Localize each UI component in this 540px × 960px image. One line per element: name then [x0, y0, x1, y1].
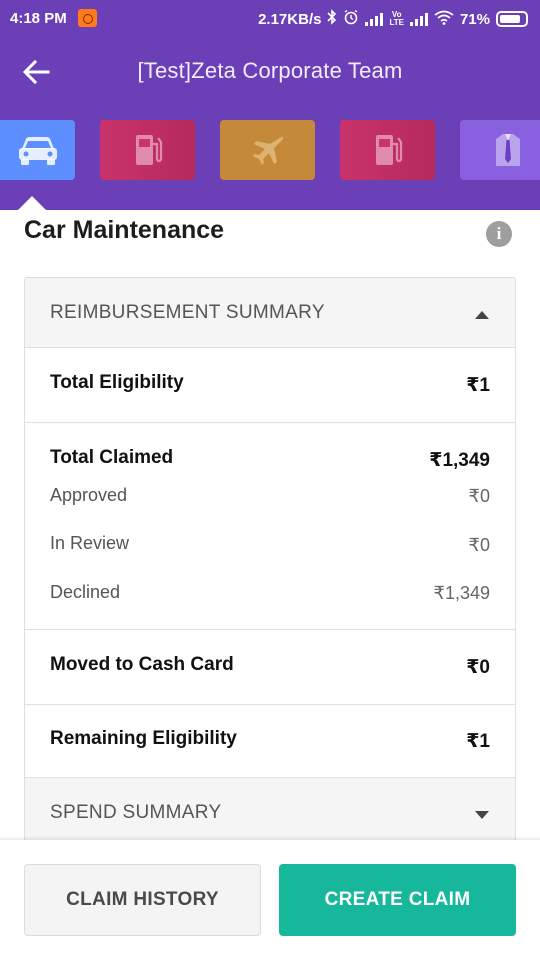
declined-label: Declined: [50, 582, 121, 602]
approved-label: Approved: [50, 485, 128, 505]
total-claimed-block: Total Claimed ₹1,349 Approved ₹0 In Revi…: [25, 423, 515, 630]
category-fuel[interactable]: [100, 120, 195, 180]
signal-icon: [365, 12, 384, 26]
status-bar: 4:18 PM 2.17KB/s Vo LTE 71%: [0, 0, 540, 36]
spend-summary-title: SPEND SUMMARY: [50, 802, 222, 823]
moved-to-cash-card-row: Moved to Cash Card ₹0: [25, 630, 515, 705]
shirt-tie-icon: [495, 134, 520, 166]
declined-value: ₹1,349: [433, 583, 491, 603]
approved-value: ₹0: [468, 486, 490, 506]
bottom-action-bar: CLAIM HISTORY CREATE CLAIM: [0, 840, 540, 960]
active-category-pointer: [18, 196, 46, 210]
category-car[interactable]: [0, 120, 75, 180]
airplane-icon: [252, 136, 283, 165]
toolbar-title: [Test]Zeta Corporate Team: [137, 58, 403, 83]
app-header: 4:18 PM 2.17KB/s Vo LTE 71% [Test]Zeta Co…: [0, 0, 540, 210]
network-speed: 2.17KB/s: [258, 10, 322, 28]
remaining-eligibility-label: Remaining Eligibility: [50, 728, 237, 749]
collapse-icon: [475, 311, 489, 319]
claim-history-button[interactable]: CLAIM HISTORY: [24, 864, 261, 936]
app-notification-icon: [78, 9, 97, 27]
alarm-icon: [343, 9, 359, 29]
category-fuel-2[interactable]: [340, 120, 435, 180]
category-travel[interactable]: [220, 120, 315, 180]
bluetooth-icon: [327, 9, 337, 29]
battery-percent: 71%: [459, 10, 490, 28]
in-review-value: ₹0: [468, 535, 490, 555]
reimbursement-summary-header[interactable]: REIMBURSEMENT SUMMARY: [25, 278, 515, 348]
summary-card: REIMBURSEMENT SUMMARY Total Eligibility …: [24, 277, 516, 877]
total-eligibility-value: ₹1: [466, 375, 490, 396]
fuel-pump-icon: [135, 135, 162, 165]
total-claimed-value: ₹1,349: [429, 450, 490, 471]
category-apparel[interactable]: [460, 120, 540, 180]
reimbursement-summary-title: REIMBURSEMENT SUMMARY: [50, 302, 325, 323]
signal-icon-2: [409, 12, 428, 26]
create-claim-button[interactable]: CREATE CLAIM: [279, 864, 516, 936]
wifi-icon: [434, 10, 454, 29]
page-title: Car Maintenance: [24, 216, 225, 244]
total-eligibility-row: Total Eligibility ₹1: [25, 348, 515, 423]
volte-icon: Vo LTE: [389, 10, 404, 27]
total-claimed-label: Total Claimed: [50, 447, 174, 468]
fuel-pump-icon: [375, 135, 402, 165]
car-icon: [18, 137, 57, 165]
info-icon[interactable]: i: [486, 221, 512, 247]
status-time: 4:18 PM: [10, 10, 67, 27]
in-review-label: In Review: [50, 533, 130, 553]
category-strip: [0, 120, 540, 180]
status-right: 2.17KB/s Vo LTE 71%: [258, 9, 528, 29]
moved-to-cash-card-label: Moved to Cash Card: [50, 654, 234, 675]
expand-icon: [475, 811, 489, 819]
moved-to-cash-card-value: ₹0: [466, 657, 490, 678]
remaining-eligibility-value: ₹1: [466, 731, 490, 752]
remaining-eligibility-row: Remaining Eligibility ₹1: [25, 705, 515, 778]
toolbar: [Test]Zeta Corporate Team: [0, 36, 540, 108]
total-eligibility-label: Total Eligibility: [50, 372, 184, 393]
battery-icon: [496, 11, 528, 27]
